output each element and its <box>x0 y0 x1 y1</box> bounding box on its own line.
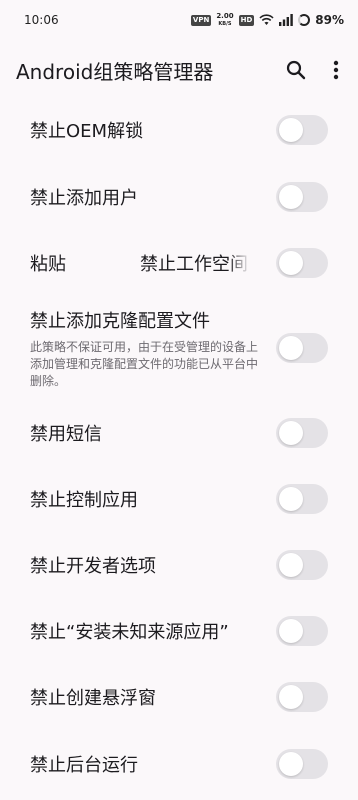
policy-title: 禁止工作空间 <box>140 254 248 275</box>
signal-icon <box>279 14 294 26</box>
policy-switch[interactable] <box>276 484 328 514</box>
search-icon <box>286 60 306 80</box>
battery-icon <box>298 14 311 26</box>
policy-row-work-space[interactable]: 粘贴 禁止工作空间 <box>0 230 358 296</box>
app-title: Android组策略管理器 <box>16 59 214 84</box>
wifi-icon <box>259 14 274 25</box>
policy-row-sms[interactable]: 禁用短信 <box>0 400 358 466</box>
policy-switch[interactable] <box>276 682 328 712</box>
policy-row-clone-profile[interactable]: 禁止添加克隆配置文件 此策略不保证可用，由于在受管理的设备上添加管理和克隆配置文… <box>0 296 358 400</box>
switch-knob <box>279 421 303 445</box>
vpn-badge: VPN <box>190 14 212 26</box>
policy-switch[interactable] <box>276 115 328 145</box>
switch-knob <box>279 251 303 275</box>
policy-switch[interactable] <box>276 248 328 278</box>
search-button[interactable] <box>276 50 316 90</box>
switch-knob <box>279 752 303 776</box>
more-options-button[interactable] <box>316 50 356 90</box>
policy-row-unknown-sources[interactable]: 禁止“安装未知来源应用” <box>0 598 358 664</box>
policy-summary: 此策略不保证可用，由于在受管理的设备上添加管理和克隆配置文件的功能已从平台中删除… <box>30 339 259 388</box>
network-speed-value: 2.00 <box>216 11 234 20</box>
hd-badge: HD <box>238 14 255 26</box>
policy-row-oem-unlock[interactable]: 禁止OEM解锁 <box>0 96 358 164</box>
policy-row-background-run[interactable]: 禁止后台运行 <box>0 730 358 798</box>
policy-row-add-user[interactable]: 禁止添加用户 <box>0 164 358 230</box>
policy-title: 禁止添加克隆配置文件 <box>30 310 210 332</box>
switch-knob <box>279 336 303 360</box>
policy-row-floating-window[interactable]: 禁止创建悬浮窗 <box>0 664 358 730</box>
network-speed-unit: KB/S <box>218 20 232 27</box>
app-bar: Android组策略管理器 <box>0 48 358 92</box>
status-icons: VPN 2.00 KB/S HD 89% <box>190 11 344 28</box>
policy-switch[interactable] <box>276 616 328 646</box>
switch-knob <box>279 619 303 643</box>
policy-switch[interactable] <box>276 333 328 363</box>
policy-row-control-apps[interactable]: 禁止控制应用 <box>0 466 358 532</box>
paste-popup-label[interactable]: 粘贴 <box>30 250 140 276</box>
more-vert-icon <box>333 60 339 80</box>
switch-knob <box>279 118 303 142</box>
switch-knob <box>279 553 303 577</box>
policy-row-developer-options[interactable]: 禁止开发者选项 <box>0 532 358 598</box>
policy-switch[interactable] <box>276 550 328 580</box>
network-speed: 2.00 KB/S <box>216 11 234 28</box>
policy-switch[interactable] <box>276 418 328 448</box>
switch-knob <box>279 685 303 709</box>
policy-switch[interactable] <box>276 749 328 779</box>
battery-level: 89% <box>315 13 344 27</box>
status-time: 10:06 <box>24 13 59 27</box>
status-bar: 10:06 VPN 2.00 KB/S HD 89% <box>0 0 358 40</box>
policy-list: 禁止OEM解锁 禁止添加用户 粘贴 禁止工作空间 禁止添加克隆配置文件 此策略不… <box>0 96 358 798</box>
switch-knob <box>279 487 303 511</box>
switch-knob <box>279 185 303 209</box>
policy-switch[interactable] <box>276 182 328 212</box>
